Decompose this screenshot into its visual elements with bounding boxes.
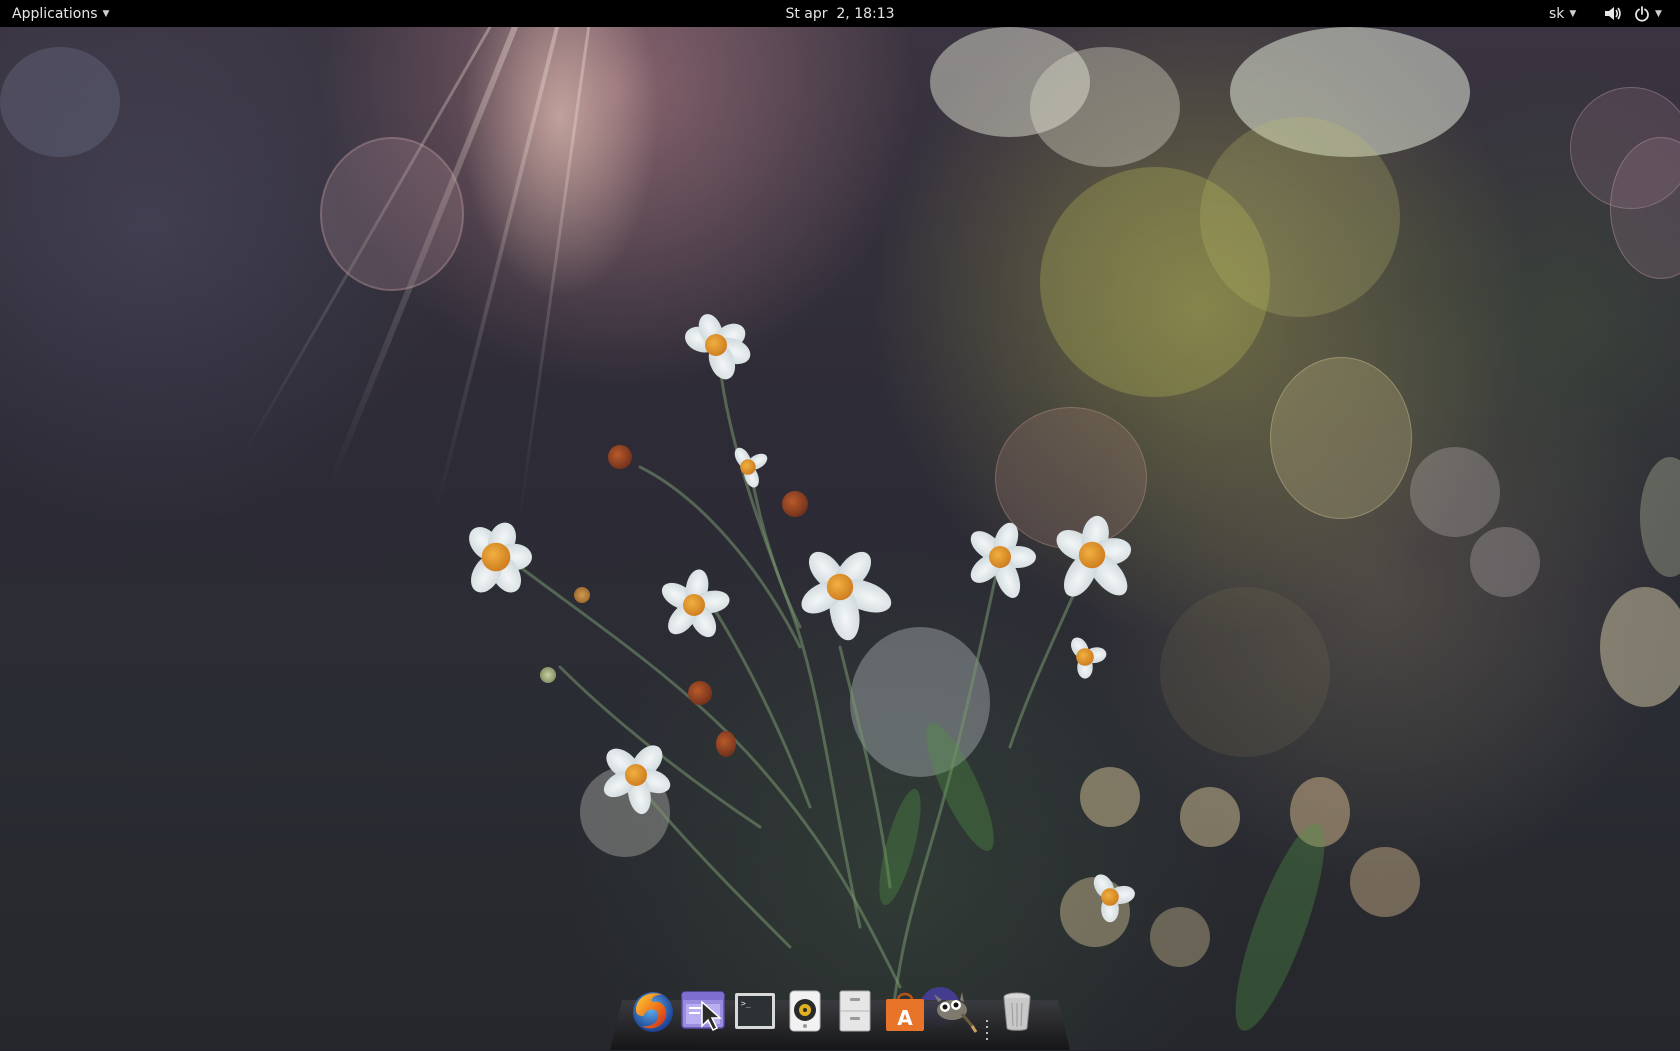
cursor-window-icon [681, 991, 725, 1032]
trash-icon [1003, 992, 1031, 1031]
desktop-wallpaper [0, 27, 1680, 1050]
dock-separator [986, 1020, 988, 1042]
clock[interactable]: St apr 2, 18:13 [785, 6, 894, 22]
clock-area: St apr 2, 18:13 [0, 0, 1680, 27]
top-panel: Applications ▼ St apr 2, 18:13 sk ▼ ▼ [0, 0, 1680, 27]
dock-item-gimp[interactable] [932, 988, 978, 1034]
firefox-icon [633, 992, 673, 1032]
dock-item-trash[interactable] [994, 988, 1040, 1034]
dock-item-firefox[interactable] [630, 988, 676, 1034]
applications-label: Applications [12, 5, 98, 22]
chevron-down-icon: ▼ [102, 8, 110, 19]
dock: >_ A [610, 990, 1070, 1050]
file-cabinet-icon [839, 990, 871, 1032]
dock-item-music[interactable] [782, 988, 828, 1034]
power-icon [1635, 5, 1649, 22]
dock-item-files[interactable] [832, 988, 878, 1034]
dock-item-terminal[interactable]: >_ [732, 988, 778, 1034]
applications-menu[interactable]: Applications ▼ [12, 0, 109, 27]
keyboard-layout-indicator[interactable]: sk ▼ [1549, 0, 1576, 27]
shopping-bag-icon: A [886, 992, 924, 1031]
speaker-player-icon [789, 990, 821, 1032]
system-menu[interactable]: ▼ [1634, 0, 1662, 27]
svg-text:A: A [897, 1006, 913, 1030]
dock-item-software-center[interactable]: A [882, 988, 928, 1034]
svg-text:>_: >_ [741, 999, 751, 1008]
chevron-down-icon: ▼ [1655, 8, 1662, 19]
gimp-icon [934, 992, 978, 1033]
chevron-down-icon: ▼ [1569, 8, 1577, 19]
terminal-icon: >_ [735, 993, 775, 1029]
keyboard-layout-label: sk [1549, 5, 1565, 22]
dock-item-screenshot[interactable] [680, 988, 726, 1034]
speaker-icon[interactable] [1604, 5, 1622, 22]
